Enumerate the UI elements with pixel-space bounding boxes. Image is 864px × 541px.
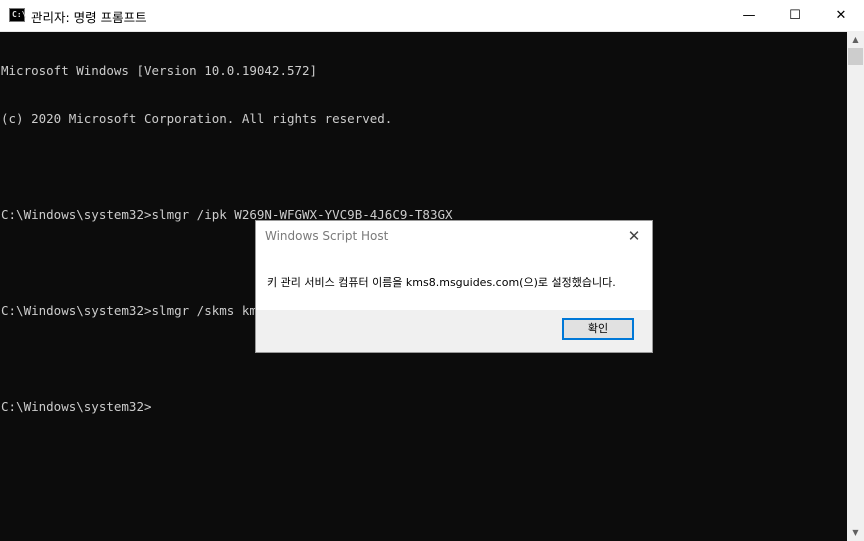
minimize-icon: — [742,8,756,23]
minimize-button[interactable]: — [726,0,772,31]
window-title: 관리자: 명령 프롬프트 [31,10,147,25]
scroll-thumb[interactable] [848,48,863,65]
console-line: Microsoft Windows [Version 10.0.19042.57… [1,63,318,78]
close-icon: ✕ [835,8,847,23]
dialog-footer: 확인 [256,310,652,352]
console-prompt-line: C:\Windows\system32> [1,399,152,414]
chevron-up-icon: ▲ [852,35,859,44]
scroll-down-button[interactable]: ▼ [847,524,864,541]
title-bar[interactable]: C:\ 관리자: 명령 프롬프트 — ☐ ✕ [0,0,864,32]
console-line: (c) 2020 Microsoft Corporation. All righ… [1,111,393,126]
maximize-button[interactable]: ☐ [772,0,818,31]
close-icon: ✕ [627,227,641,245]
dialog-message: 키 관리 서비스 컴퓨터 이름을 kms8.msguides.com(으)로 설… [267,276,616,289]
dialog-close-button[interactable]: ✕ [624,225,644,247]
vertical-scrollbar[interactable]: ▲ ▼ [847,31,864,541]
maximize-icon: ☐ [789,8,801,23]
command-prompt-icon-text: C:\ [12,10,27,19]
close-button[interactable]: ✕ [818,0,864,31]
script-host-dialog: Windows Script Host ✕ 키 관리 서비스 컴퓨터 이름을 k… [255,220,653,353]
ok-button[interactable]: 확인 [562,318,634,340]
dialog-title: Windows Script Host [265,229,389,243]
command-prompt-icon[interactable]: C:\ [9,8,27,22]
chevron-down-icon: ▼ [852,528,859,537]
scroll-up-button[interactable]: ▲ [847,31,864,48]
